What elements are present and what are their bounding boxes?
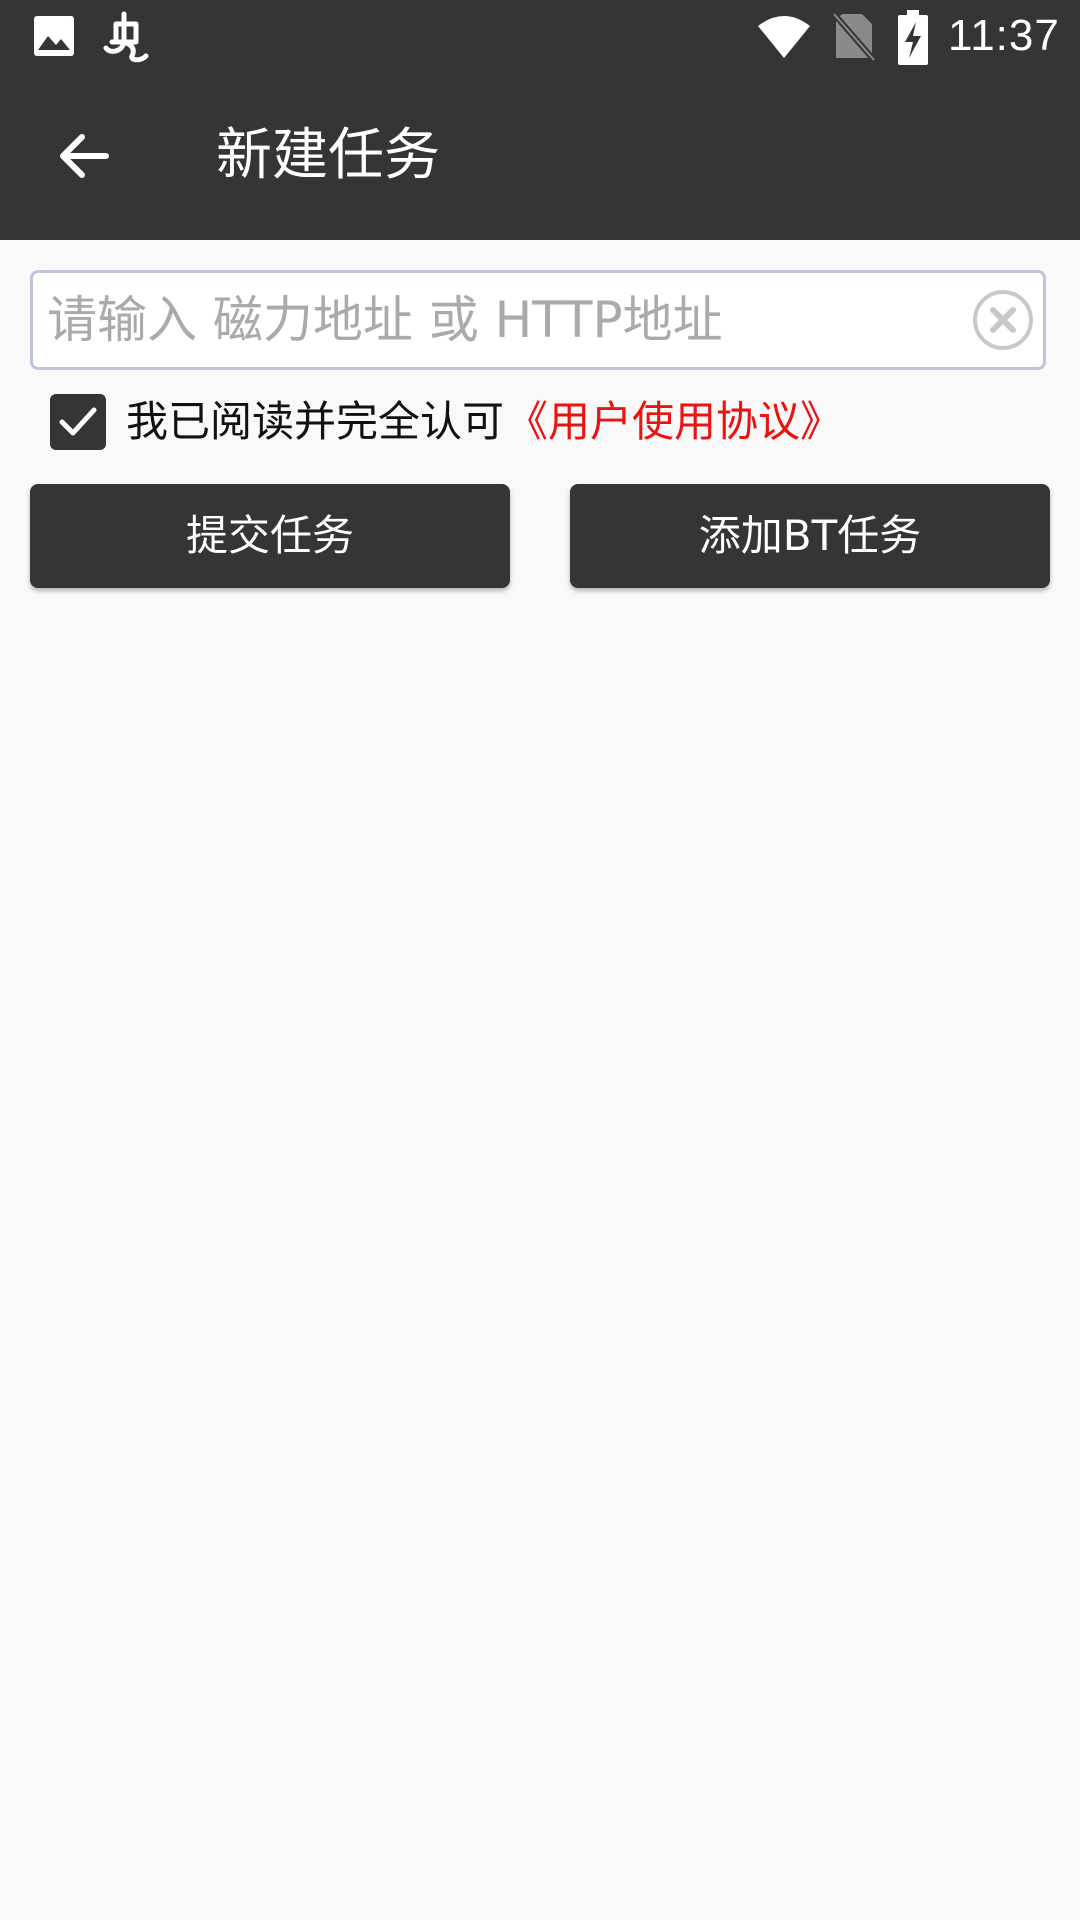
battery-charging-icon <box>896 10 930 66</box>
page-title: 新建任务 <box>216 123 440 188</box>
user-agreement-link[interactable]: 《用户使用协议》 <box>506 392 842 452</box>
url-input[interactable] <box>47 273 947 367</box>
clear-circle-icon[interactable] <box>971 288 1035 352</box>
submit-task-button[interactable]: 提交任务 <box>30 484 510 588</box>
app-notification-icon <box>96 8 154 66</box>
status-time: 11:37 <box>948 11 1060 60</box>
gallery-icon <box>30 12 78 60</box>
url-input-container <box>30 270 1046 370</box>
app-bar <box>0 72 1080 240</box>
add-bt-task-button[interactable]: 添加BT任务 <box>570 484 1050 588</box>
wifi-icon <box>756 12 812 60</box>
back-button[interactable] <box>44 112 124 200</box>
status-bar: 11:37 <box>0 0 1080 72</box>
no-sim-icon <box>831 10 877 62</box>
agreement-checkbox[interactable] <box>50 394 106 450</box>
agreement-text: 我已阅读并完全认可 <box>126 397 505 446</box>
